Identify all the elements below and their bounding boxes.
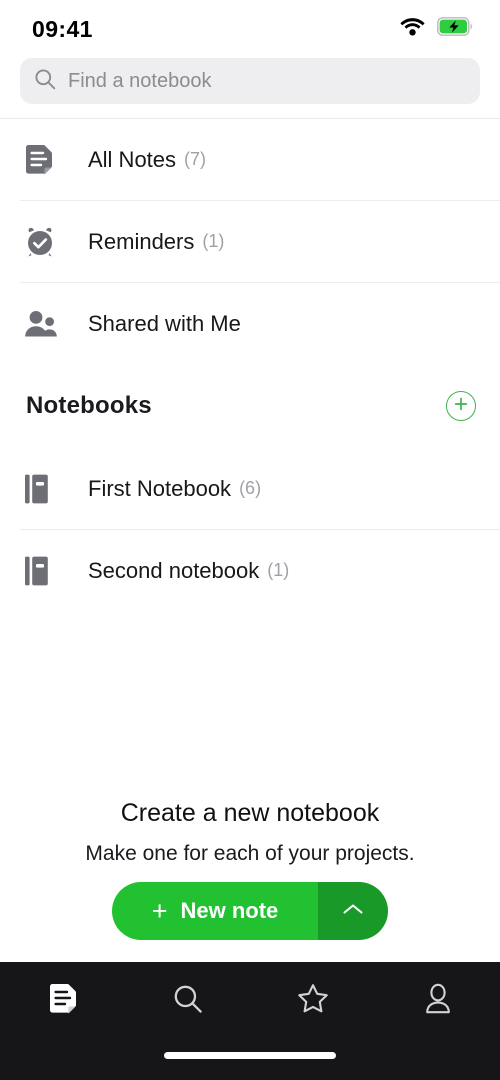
nav-item-all-notes[interactable]: All Notes (7) (0, 119, 500, 200)
new-note-split-button: + New note (112, 882, 388, 940)
home-indicator-bar (164, 1051, 336, 1059)
notebook-item-second[interactable]: Second notebook (1) (0, 530, 500, 611)
nav-item-label: Shared with Me (88, 310, 241, 336)
status-bar: 09:41 (0, 0, 500, 58)
search-icon (34, 68, 56, 95)
tab-bar-items (0, 962, 500, 1040)
status-bar-indicators (400, 17, 474, 41)
new-note-options-button[interactable] (318, 882, 388, 940)
wifi-icon (400, 17, 425, 41)
new-note-label: New note (180, 898, 279, 923)
people-shared-icon (24, 309, 66, 339)
notes-document-icon (48, 983, 78, 1020)
nav-item-reminders[interactable]: Reminders (1) (0, 201, 500, 282)
nav-item-count: (1) (202, 231, 225, 251)
bottom-tab-bar (0, 962, 500, 1080)
nav-item-label: Reminders (88, 228, 195, 254)
home-indicator (0, 1040, 500, 1080)
nav-item-count: (7) (184, 149, 207, 169)
notebook-item-count: (1) (267, 560, 290, 580)
notebook-icon (24, 555, 66, 587)
notebook-item-label: Second notebook (88, 557, 260, 583)
new-note-button[interactable]: + New note (112, 882, 318, 940)
star-icon (297, 983, 329, 1019)
battery-charging-icon (437, 17, 474, 41)
chevron-up-icon (342, 902, 364, 921)
notebooks-section-header: Notebooks (0, 364, 500, 448)
search-placeholder: Find a notebook (68, 69, 212, 92)
notebook-item-label: First Notebook (88, 475, 232, 501)
section-title: Notebooks (26, 392, 152, 419)
tab-notes[interactable] (0, 962, 125, 1040)
search-icon (172, 983, 204, 1020)
plus-icon: + (151, 895, 168, 926)
nav-item-label: All Notes (88, 146, 177, 172)
notebook-app-screen: 09:41 Find a notebook All Notes (7) Remi… (0, 0, 500, 1080)
notebook-item-count: (6) (239, 478, 262, 498)
alarm-clock-check-icon (24, 226, 66, 258)
empty-state-subtitle: Make one for each of your projects. (85, 842, 415, 865)
new-note-button-group: + New note (0, 882, 500, 940)
tab-account[interactable] (375, 962, 500, 1040)
notebook-item-first[interactable]: First Notebook (6) (0, 448, 500, 529)
add-notebook-button[interactable] (446, 391, 476, 421)
empty-state-title: Create a new notebook (120, 799, 380, 827)
nav-item-shared-with-me[interactable]: Shared with Me (0, 283, 500, 364)
person-icon (424, 983, 452, 1020)
tab-favorites[interactable] (250, 962, 375, 1040)
search-bar-container: Find a notebook (0, 58, 500, 118)
notes-document-icon (24, 144, 66, 176)
notebook-icon (24, 473, 66, 505)
plus-circle-icon (453, 396, 469, 416)
create-notebook-prompt: Create a new notebook Make one for each … (0, 799, 500, 962)
status-bar-time: 09:41 (32, 15, 93, 42)
tab-search[interactable] (125, 962, 250, 1040)
search-input[interactable]: Find a notebook (20, 58, 480, 104)
